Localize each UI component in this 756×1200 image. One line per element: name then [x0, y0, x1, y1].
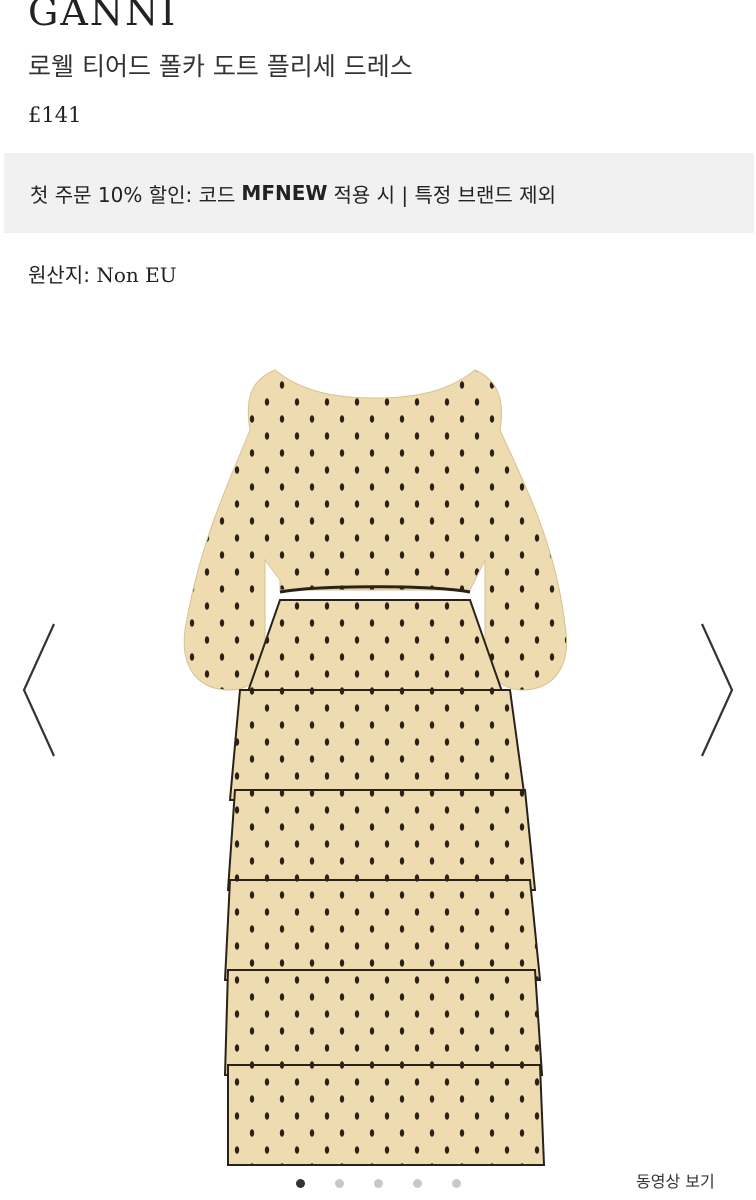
- polka-dot-tiered-dress-image: [183, 369, 567, 1166]
- chevron-right-icon[interactable]: [696, 620, 740, 760]
- watch-video-link[interactable]: 동영상 보기: [636, 1171, 715, 1193]
- origin-value: Non EU: [96, 263, 177, 287]
- slide-dot-1[interactable]: [295, 1179, 305, 1188]
- slide-dot-5[interactable]: [451, 1179, 461, 1188]
- promo-terms: 적용 시 | 특정 브랜드 제외: [333, 182, 556, 207]
- product-image-gallery: [0, 340, 756, 1166]
- promo-text: 첫 주문 10% 할인: 코드: [30, 182, 236, 207]
- origin-info: 원산지: Non EU: [28, 260, 177, 290]
- product-price: £141: [28, 103, 82, 127]
- promo-code: MFNEW: [241, 181, 328, 205]
- chevron-left-icon[interactable]: [16, 620, 60, 760]
- origin-label: 원산지:: [28, 263, 90, 287]
- promo-banner: 첫 주문 10% 할인: 코드 MFNEW 적용 시 | 특정 브랜드 제외: [4, 153, 754, 233]
- product-title: 로웰 티어드 폴카 도트 플리세 드레스: [28, 52, 413, 81]
- slide-dot-4[interactable]: [412, 1179, 422, 1188]
- slide-dot-3[interactable]: [373, 1179, 383, 1188]
- brand-name: GANNI: [28, 0, 178, 34]
- slide-dot-2[interactable]: [334, 1179, 344, 1188]
